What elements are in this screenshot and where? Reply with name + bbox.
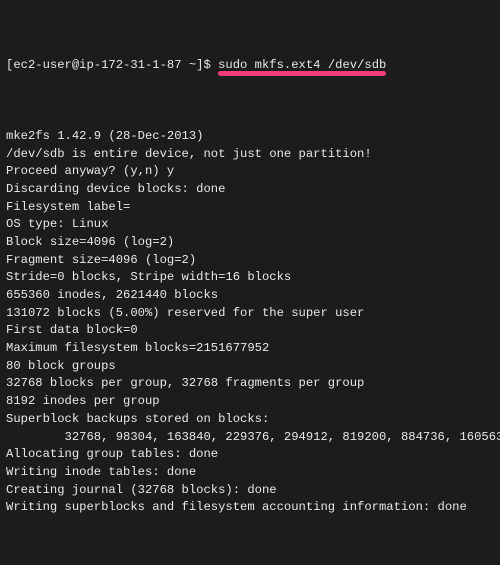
output-line: 32768 blocks per group, 32768 fragments … <box>6 375 494 393</box>
output-line: Writing inode tables: done <box>6 464 494 482</box>
output-line: 32768, 98304, 163840, 229376, 294912, 81… <box>6 429 494 447</box>
terminal[interactable]: [ec2-user@ip-172-31-1-87 ~]$ sudo mkfs.e… <box>0 0 500 565</box>
output-line: 655360 inodes, 2621440 blocks <box>6 287 494 305</box>
output-line: mke2fs 1.42.9 (28-Dec-2013) <box>6 128 494 146</box>
output-line: Superblock backups stored on blocks: <box>6 411 494 429</box>
output-line: First data block=0 <box>6 322 494 340</box>
command-mkfs: sudo mkfs.ext4 /dev/sdb <box>218 58 386 72</box>
output-line: 131072 blocks (5.00%) reserved for the s… <box>6 305 494 323</box>
output-line: Maximum filesystem blocks=2151677952 <box>6 340 494 358</box>
output-line: Proceed anyway? (y,n) y <box>6 163 494 181</box>
output-line: OS type: Linux <box>6 216 494 234</box>
output-line: 8192 inodes per group <box>6 393 494 411</box>
output-line: Allocating group tables: done <box>6 446 494 464</box>
highlight-mkfs: sudo mkfs.ext4 /dev/sdb <box>218 57 386 75</box>
prompt-prefix: [ec2-user@ip-172-31-1-87 ~]$ <box>6 58 218 72</box>
output-line: Stride=0 blocks, Stripe width=16 blocks <box>6 269 494 287</box>
output-line: Writing superblocks and filesystem accou… <box>6 499 494 517</box>
output-line: Filesystem label= <box>6 199 494 217</box>
mkfs-output: mke2fs 1.42.9 (28-Dec-2013)/dev/sdb is e… <box>6 128 494 517</box>
output-line: Block size=4096 (log=2) <box>6 234 494 252</box>
output-line: Fragment size=4096 (log=2) <box>6 252 494 270</box>
output-line: 80 block groups <box>6 358 494 376</box>
output-line: Discarding device blocks: done <box>6 181 494 199</box>
prompt-line-1: [ec2-user@ip-172-31-1-87 ~]$ sudo mkfs.e… <box>6 57 494 75</box>
output-line: /dev/sdb is entire device, not just one … <box>6 146 494 164</box>
output-line: Creating journal (32768 blocks): done <box>6 482 494 500</box>
